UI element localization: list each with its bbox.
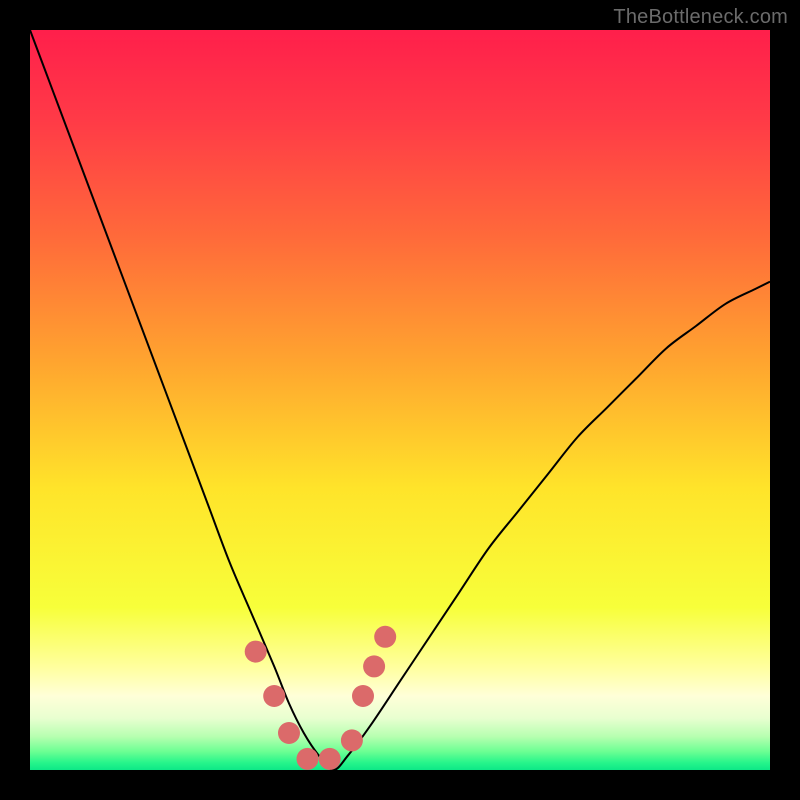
highlight-marker bbox=[319, 748, 341, 770]
highlight-marker bbox=[278, 722, 300, 744]
highlight-markers bbox=[245, 626, 397, 770]
curve-layer bbox=[30, 30, 770, 770]
highlight-marker bbox=[263, 685, 285, 707]
highlight-marker bbox=[297, 748, 319, 770]
highlight-marker bbox=[245, 641, 267, 663]
highlight-marker bbox=[341, 729, 363, 751]
plot-area bbox=[30, 30, 770, 770]
watermark-text: TheBottleneck.com bbox=[613, 6, 788, 29]
highlight-marker bbox=[352, 685, 374, 707]
chart-frame: TheBottleneck.com bbox=[0, 0, 800, 800]
highlight-marker bbox=[363, 655, 385, 677]
bottleneck-curve bbox=[30, 30, 770, 770]
highlight-marker bbox=[374, 626, 396, 648]
